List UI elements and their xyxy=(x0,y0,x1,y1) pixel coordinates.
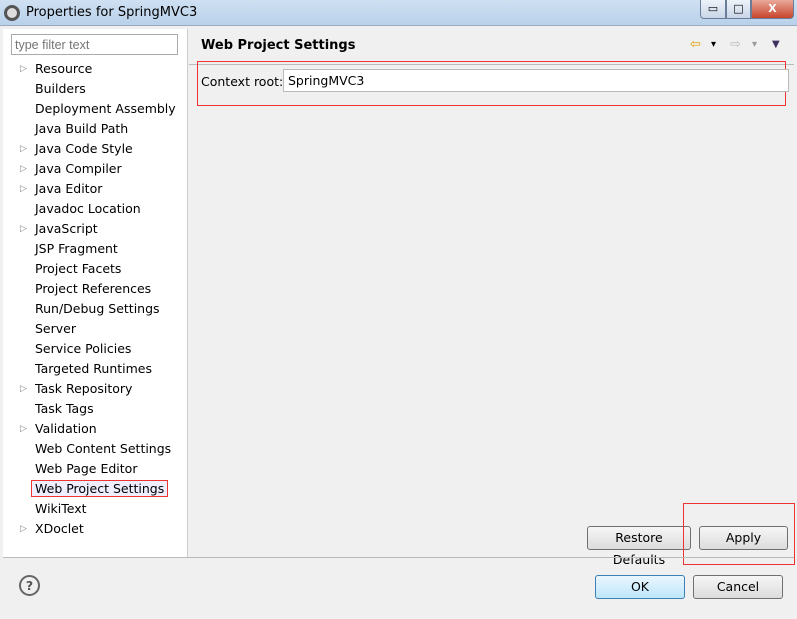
tree-item-label: Resource xyxy=(35,61,93,76)
restore-defaults-button[interactable]: Restore Defaults xyxy=(587,526,691,567)
tree-item-label: Java Code Style xyxy=(35,141,133,156)
cancel-button[interactable]: Cancel xyxy=(693,575,783,599)
tree-item[interactable]: JSP Fragment xyxy=(3,239,188,259)
category-panel: ▷ Resource Builders Deployment Assembly Java… xyxy=(3,29,188,557)
divider xyxy=(3,557,794,558)
view-menu-icon[interactable]: ▼ xyxy=(772,39,780,50)
tree-item[interactable]: Javadoc Location xyxy=(3,199,188,219)
tree-item-label: Task Tags xyxy=(35,401,94,416)
tree-item[interactable]: Server xyxy=(3,319,188,339)
tree-item-label: JavaScript xyxy=(35,221,98,236)
tree-item[interactable]: ▷ Java Editor xyxy=(3,179,188,199)
highlight-box xyxy=(683,503,795,565)
tree-item[interactable]: ▷ JavaScript xyxy=(3,219,188,239)
close-button[interactable]: X xyxy=(751,0,794,19)
tree-item[interactable]: Project References xyxy=(3,279,188,299)
back-dropdown-icon[interactable]: ▾ xyxy=(711,39,716,50)
tree-item[interactable]: Java Build Path xyxy=(3,119,188,139)
window-title: Properties for SpringMVC3 xyxy=(26,5,198,20)
tree-item[interactable]: Web Content Settings xyxy=(3,439,188,459)
tree-item[interactable]: Service Policies xyxy=(3,339,188,359)
maximize-button[interactable]: □ xyxy=(726,0,751,19)
expand-icon[interactable]: ▷ xyxy=(20,419,27,439)
tree-item[interactable]: Builders xyxy=(3,79,188,99)
tree-item[interactable]: ▷ XDoclet xyxy=(3,519,188,539)
expand-icon[interactable]: ▷ xyxy=(20,219,27,239)
title-bar: Properties for SpringMVC3 ▭ □ X xyxy=(0,0,797,26)
help-icon[interactable]: ? xyxy=(19,575,40,596)
expand-icon[interactable]: ▷ xyxy=(20,379,27,399)
tree-item-label: Java Compiler xyxy=(35,161,122,176)
expand-icon[interactable]: ▷ xyxy=(20,139,27,159)
filter-input[interactable] xyxy=(11,34,178,55)
ok-button[interactable]: OK xyxy=(595,575,685,599)
tree-item[interactable]: Deployment Assembly xyxy=(3,99,188,119)
tree-item-label: Project Facets xyxy=(35,261,122,276)
tree-item-label: Builders xyxy=(35,81,86,96)
tree-item-label: Javadoc Location xyxy=(35,201,141,216)
tree-item-label: Deployment Assembly xyxy=(35,101,176,116)
expand-icon[interactable]: ▷ xyxy=(20,179,27,199)
tree-item-label: Web Page Editor xyxy=(35,461,138,476)
minimize-button[interactable]: ▭ xyxy=(700,0,726,19)
tree-item[interactable]: ▷ Java Code Style xyxy=(3,139,188,159)
tree-item[interactable]: Run/Debug Settings xyxy=(3,299,188,319)
tree-item-label: Java Build Path xyxy=(35,121,129,136)
tree-item-label: Server xyxy=(35,321,76,336)
tree-item-label: XDoclet xyxy=(35,521,84,536)
context-root-input[interactable]: SpringMVC3 xyxy=(283,69,789,92)
tree-item-label: Web Project Settings xyxy=(30,480,169,497)
expand-icon[interactable]: ▷ xyxy=(20,519,27,539)
back-icon[interactable]: ⇦ xyxy=(690,37,701,52)
tree-item[interactable]: Web Page Editor xyxy=(3,459,188,479)
tree-item[interactable]: ▷ Resource xyxy=(3,59,188,79)
tree-item-label: Java Editor xyxy=(35,181,103,196)
tree-item-label: JSP Fragment xyxy=(35,241,118,256)
category-tree: ▷ Resource Builders Deployment Assembly Java… xyxy=(3,59,188,539)
tree-item[interactable]: Task Tags xyxy=(3,399,188,419)
forward-icon[interactable]: ⇨ xyxy=(730,37,741,52)
tree-item-label: Task Repository xyxy=(35,381,133,396)
tree-item-label: Run/Debug Settings xyxy=(35,301,160,316)
page-title: Web Project Settings xyxy=(201,38,356,53)
forward-dropdown-icon[interactable]: ▾ xyxy=(752,39,757,50)
eclipse-gear-icon xyxy=(4,5,20,21)
tree-item[interactable]: ▷ Java Compiler xyxy=(3,159,188,179)
tree-item-label: WikiText xyxy=(35,501,87,516)
tree-item-label: Service Policies xyxy=(35,341,132,356)
tree-item-label: Web Content Settings xyxy=(35,441,172,456)
context-root-label: Context root: xyxy=(201,74,284,89)
tree-item-label: Validation xyxy=(35,421,97,436)
page-panel: Web Project Settings ⇦ ▾ ⇨ ▾ ▼ Context r… xyxy=(189,29,795,567)
tree-item[interactable]: ▷ Validation xyxy=(3,419,188,439)
tree-item-label: Project References xyxy=(35,281,152,296)
tree-item-label: Targeted Runtimes xyxy=(35,361,152,376)
tree-item[interactable]: Targeted Runtimes xyxy=(3,359,188,379)
tree-item[interactable]: Project Facets xyxy=(3,259,188,279)
tree-item[interactable]: Web Project Settings xyxy=(3,479,188,499)
tree-item[interactable]: ▷ Task Repository xyxy=(3,379,188,399)
expand-icon[interactable]: ▷ xyxy=(20,59,27,79)
tree-item[interactable]: WikiText xyxy=(3,499,188,519)
expand-icon[interactable]: ▷ xyxy=(20,159,27,179)
